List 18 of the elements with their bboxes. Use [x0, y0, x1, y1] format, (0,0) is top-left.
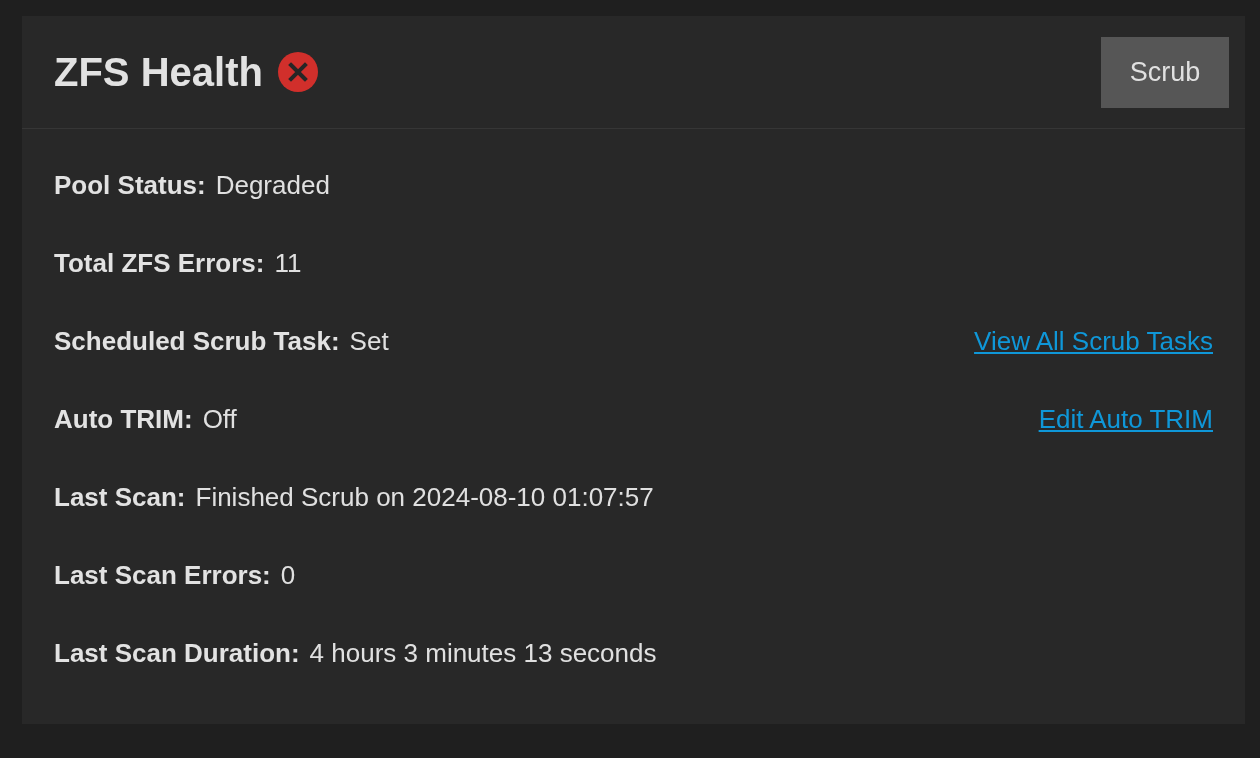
link[interactable]: View All Scrub Tasks: [974, 325, 1213, 357]
field-label: Total ZFS Errors:: [54, 247, 265, 279]
field-value: 4 hours 3 minutes 13 seconds: [309, 637, 657, 669]
field-value: Degraded: [215, 169, 330, 201]
field-value: 11: [274, 247, 302, 279]
field-value: 0: [280, 559, 296, 591]
field-value: Finished Scrub on 2024-08-10 01:07:57: [195, 481, 654, 513]
field-value: Off: [202, 403, 237, 435]
field-label: Auto TRIM:: [54, 403, 193, 435]
card-title: ZFS Health: [54, 52, 263, 92]
field-label: Scheduled Scrub Task:: [54, 325, 340, 357]
link[interactable]: Edit Auto TRIM: [1038, 403, 1213, 435]
field-label: Last Scan Errors:: [54, 559, 271, 591]
field-label: Last Scan Duration:: [54, 637, 300, 669]
field-label: Pool Status:: [54, 169, 206, 201]
field-value: Set: [349, 325, 389, 357]
field-label: Last Scan:: [54, 481, 186, 513]
scrub-button[interactable]: Scrub: [1101, 36, 1229, 108]
